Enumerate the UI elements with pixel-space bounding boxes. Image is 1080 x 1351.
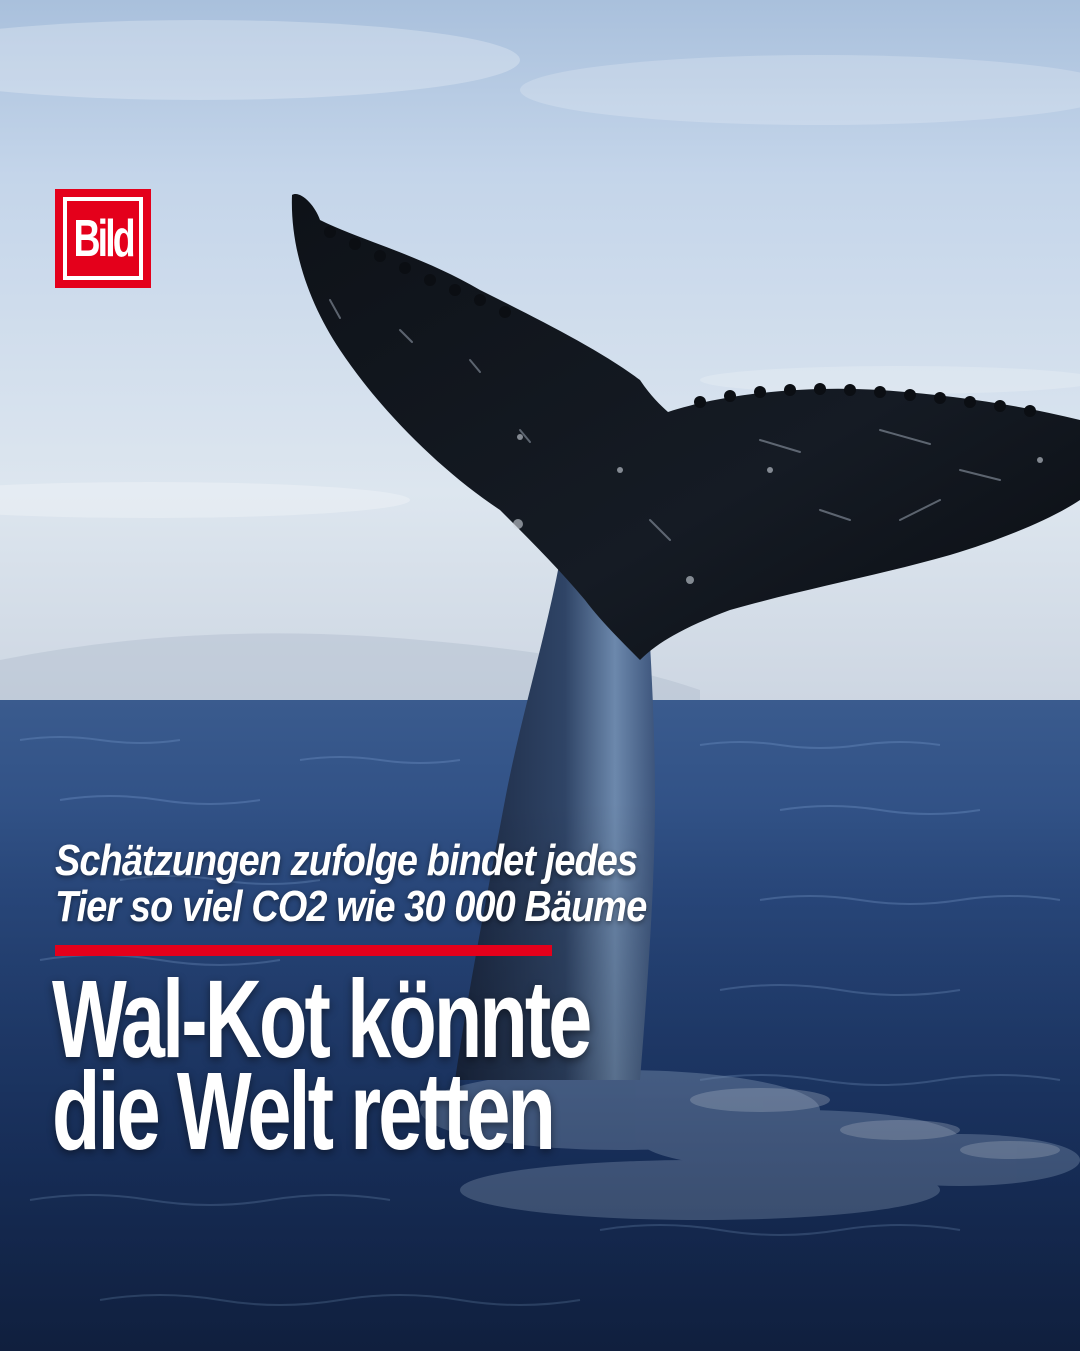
red-divider xyxy=(55,945,552,956)
bild-logo-text: Bild xyxy=(73,209,135,268)
headline: Wal-Kot könnte die Welt retten xyxy=(52,965,1032,1173)
bild-logo-frame: Bild xyxy=(63,197,143,280)
kicker: Schätzungen zufolge bindet jedes Tier so… xyxy=(55,838,815,930)
headline-line-2: die Welt retten xyxy=(52,1050,556,1173)
bild-logo: Bild xyxy=(55,189,151,288)
kicker-line-1: Schätzungen zufolge bindet jedes xyxy=(55,836,638,885)
kicker-line-2: Tier so viel CO2 wie 30 000 Bäume xyxy=(55,882,647,931)
post-image: Bild Schätzungen zufolge bindet jedes Ti… xyxy=(0,0,1080,1351)
